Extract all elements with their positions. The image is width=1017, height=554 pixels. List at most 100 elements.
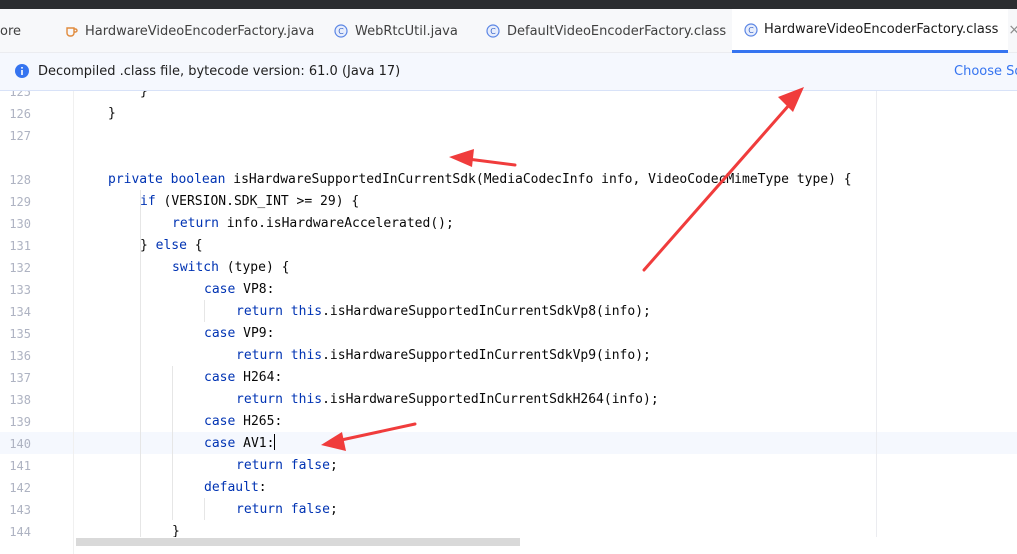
code-text: if (VERSION.SDK_INT >= 29) {: [140, 194, 360, 209]
line-number[interactable]: 128: [0, 169, 31, 191]
tab-hardware-video-encoder-factory-java[interactable]: HardwareVideoEncoderFactory.java: [56, 9, 318, 53]
code-text: return this.isHardwareSupportedInCurrent…: [236, 348, 651, 363]
code-text: case VP9:: [204, 326, 275, 341]
keyword-token: return: [236, 348, 283, 363]
line-number[interactable]: 134: [0, 301, 31, 323]
keyword-token: return: [172, 216, 219, 231]
code-text: return this.isHardwareSupportedInCurrent…: [236, 392, 659, 407]
line-number[interactable]: 138: [0, 389, 31, 411]
keyword-token: this: [290, 348, 323, 363]
line-number[interactable]: 129: [0, 191, 31, 213]
code-line[interactable]: 136 return this.isHardwareSupportedInCurr…: [0, 345, 1017, 367]
line-number[interactable]: 131: [0, 235, 31, 257]
line-number[interactable]: 126: [0, 103, 31, 125]
keyword-token: if: [140, 194, 156, 209]
code-line[interactable]: 133 case VP8:: [0, 279, 1017, 301]
decompiled-notice-banner: Decompiled .class file, bytecode version…: [0, 53, 1017, 91]
text-caret: [274, 434, 276, 450]
code-editor[interactable]: 125} 126} 127 128 private boolean isHardware…: [0, 91, 1017, 554]
tab-label: DefaultVideoEncoderFactory.class: [507, 23, 727, 39]
choose-sources-link[interactable]: Choose So: [954, 64, 1017, 79]
code-line[interactable]: 126}: [0, 103, 1017, 125]
class-icon: C: [485, 23, 501, 39]
svg-text:C: C: [748, 26, 754, 35]
code-line[interactable]: 128 private boolean isHardwareSupportedIn…: [0, 169, 1017, 191]
code-line[interactable]: 130 return info.isHardwareAccelerated();: [0, 213, 1017, 235]
keyword-token: return: [236, 502, 283, 517]
tab-hardware-video-encoder-factory-class[interactable]: C HardwareVideoEncoderFactory.class ×: [732, 9, 1017, 53]
line-number[interactable]: 141: [0, 455, 31, 477]
tab-webrtc-util-java[interactable]: C WebRtcUtil.java: [318, 9, 471, 53]
keyword-token: switch: [172, 260, 219, 275]
code-line[interactable]: 141 return false;: [0, 455, 1017, 477]
code-line[interactable]: 131 } else {: [0, 235, 1017, 257]
code-line[interactable]: 138 return this.isHardwareSupportedInCurr…: [0, 389, 1017, 411]
line-number[interactable]: 125: [0, 91, 31, 103]
code-line[interactable]: 125}: [0, 91, 1017, 103]
code-text: case H265:: [204, 414, 283, 429]
keyword-token: return: [236, 392, 283, 407]
line-number[interactable]: 136: [0, 345, 31, 367]
line-number[interactable]: 133: [0, 279, 31, 301]
keyword-token: case: [204, 282, 236, 297]
line-number[interactable]: 135: [0, 323, 31, 345]
keyword-token: case: [204, 370, 236, 385]
keyword-token: false: [290, 502, 330, 517]
line-number[interactable]: 127: [0, 125, 31, 147]
code-line[interactable]: 137 case H264:: [0, 367, 1017, 389]
line-number[interactable]: 144: [0, 521, 31, 543]
line-number[interactable]: 137: [0, 367, 31, 389]
code-text: }: [140, 91, 148, 99]
close-icon[interactable]: ×: [1008, 22, 1017, 38]
keyword-token: return: [236, 304, 283, 319]
code-text: case VP8:: [204, 282, 275, 297]
code-line[interactable]: 134 return this.isHardwareSupportedInCurr…: [0, 301, 1017, 323]
info-icon: [15, 64, 29, 78]
horizontal-scrollbar-thumb[interactable]: [76, 538, 520, 546]
code-line[interactable]: 139 case H265:: [0, 411, 1017, 433]
code-text: }: [108, 106, 116, 121]
code-text: case H264:: [204, 370, 283, 385]
code-line[interactable]: 129 if (VERSION.SDK_INT >= 29) {: [0, 191, 1017, 213]
line-number[interactable]: 140: [0, 433, 31, 455]
keyword-token: case: [204, 326, 236, 341]
java-file-icon: [63, 23, 79, 39]
tab-label: ore: [0, 23, 22, 39]
tab-label: HardwareVideoEncoderFactory.class: [764, 22, 999, 37]
keyword-token: this: [290, 304, 323, 319]
keyword-token: this: [290, 392, 323, 407]
code-line[interactable]: 132 switch (type) {: [0, 257, 1017, 279]
code-text: return info.isHardwareAccelerated();: [172, 216, 454, 231]
tab-label: WebRtcUtil.java: [355, 23, 458, 39]
tab-label: HardwareVideoEncoderFactory.java: [85, 23, 315, 39]
keyword-token: else: [155, 238, 187, 253]
code-text: return false;: [236, 502, 338, 517]
code-text: } else {: [140, 238, 203, 253]
line-number[interactable]: 143: [0, 499, 31, 521]
tab-overflow[interactable]: ore: [0, 9, 56, 53]
code-line[interactable]: 135 case VP9:: [0, 323, 1017, 345]
keyword-token: case: [204, 436, 236, 451]
line-number[interactable]: 139: [0, 411, 31, 433]
code-line[interactable]: 140 case AV1:: [0, 433, 1017, 455]
code-text: switch (type) {: [172, 260, 290, 275]
keyword-token: boolean: [170, 172, 226, 187]
line-number[interactable]: 142: [0, 477, 31, 499]
code-line[interactable]: 127: [0, 125, 1017, 147]
code-text: return false;: [236, 458, 338, 473]
line-number[interactable]: 130: [0, 213, 31, 235]
code-line[interactable]: 142 default:: [0, 477, 1017, 499]
editor-tab-bar: ore HardwareVideoEncoderFactory.java C W…: [0, 9, 1017, 53]
line-number[interactable]: 132: [0, 257, 31, 279]
keyword-token: private: [108, 172, 163, 187]
banner-message: Decompiled .class file, bytecode version…: [38, 64, 401, 79]
code-text: case AV1:: [204, 434, 276, 451]
class-icon: C: [333, 23, 349, 39]
code-text: default:: [204, 480, 267, 495]
keyword-token: false: [290, 458, 330, 473]
class-icon: C: [744, 22, 758, 38]
tab-default-video-encoder-factory-class[interactable]: C DefaultVideoEncoderFactory.class: [471, 9, 732, 53]
window-top-strip: [0, 0, 1017, 9]
code-text: return this.isHardwareSupportedInCurrent…: [236, 304, 651, 319]
code-line[interactable]: 143 return false;: [0, 499, 1017, 521]
